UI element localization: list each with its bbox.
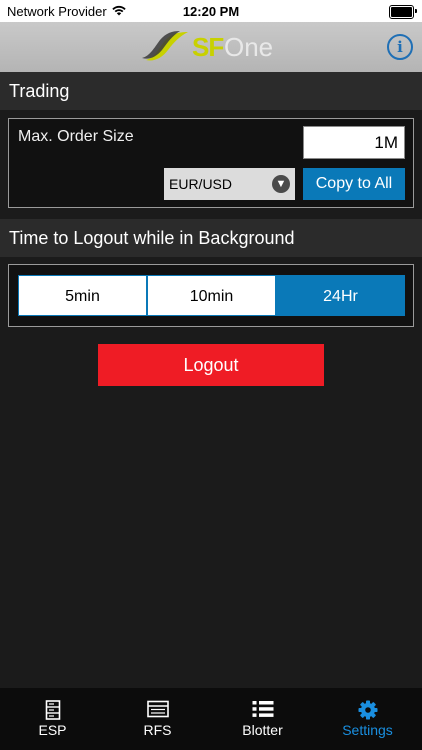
list-box-icon — [105, 700, 210, 720]
tab-rfs-label: RFS — [143, 722, 172, 738]
logout-option-5min[interactable]: 5min — [18, 275, 147, 316]
tab-rfs[interactable]: RFS — [105, 688, 210, 750]
settings-screen: Network Provider 12:20 PM SF One i Tradi… — [0, 0, 422, 750]
logo-text-sf: SF — [192, 32, 224, 62]
logo-text-one: One — [224, 32, 274, 62]
tab-blotter-label: Blotter — [242, 722, 283, 738]
trading-section-title: Trading — [0, 72, 422, 110]
info-icon[interactable]: i — [387, 34, 413, 60]
logo-swoosh-icon — [142, 31, 188, 61]
server-icon — [0, 700, 105, 720]
sfone-logo: SF One — [140, 28, 290, 66]
trading-panel: Max. Order Size EUR/USD ▼ Copy to All — [8, 118, 414, 208]
copy-to-all-button[interactable]: Copy to All — [303, 168, 405, 200]
tab-bar: ESP RFS Blotter Settings — [0, 688, 422, 750]
gear-icon — [315, 700, 420, 720]
app-header: SF One i — [0, 22, 422, 72]
max-order-size-label: Max. Order Size — [18, 128, 134, 145]
currency-pair-select[interactable]: EUR/USD ▼ — [164, 168, 295, 200]
status-bar: Network Provider 12:20 PM — [0, 0, 422, 22]
logout-timer-section-title: Time to Logout while in Background — [0, 219, 422, 257]
currency-pair-value: EUR/USD — [169, 176, 233, 192]
chevron-down-icon: ▼ — [272, 175, 290, 193]
tab-esp[interactable]: ESP — [0, 688, 105, 750]
tab-blotter[interactable]: Blotter — [210, 688, 315, 750]
clock: 12:20 PM — [182, 4, 240, 19]
bullet-list-icon — [210, 700, 315, 720]
tab-settings[interactable]: Settings — [315, 688, 420, 750]
tab-esp-label: ESP — [38, 722, 67, 738]
logout-option-24hr[interactable]: 24Hr — [276, 275, 405, 316]
logout-option-10min[interactable]: 10min — [147, 275, 276, 316]
logout-button[interactable]: Logout — [98, 344, 324, 386]
max-order-size-input[interactable] — [303, 126, 405, 159]
tab-settings-label: Settings — [342, 722, 393, 738]
logout-timer-panel: 5min 10min 24Hr — [8, 264, 414, 327]
battery-icon — [389, 5, 417, 19]
